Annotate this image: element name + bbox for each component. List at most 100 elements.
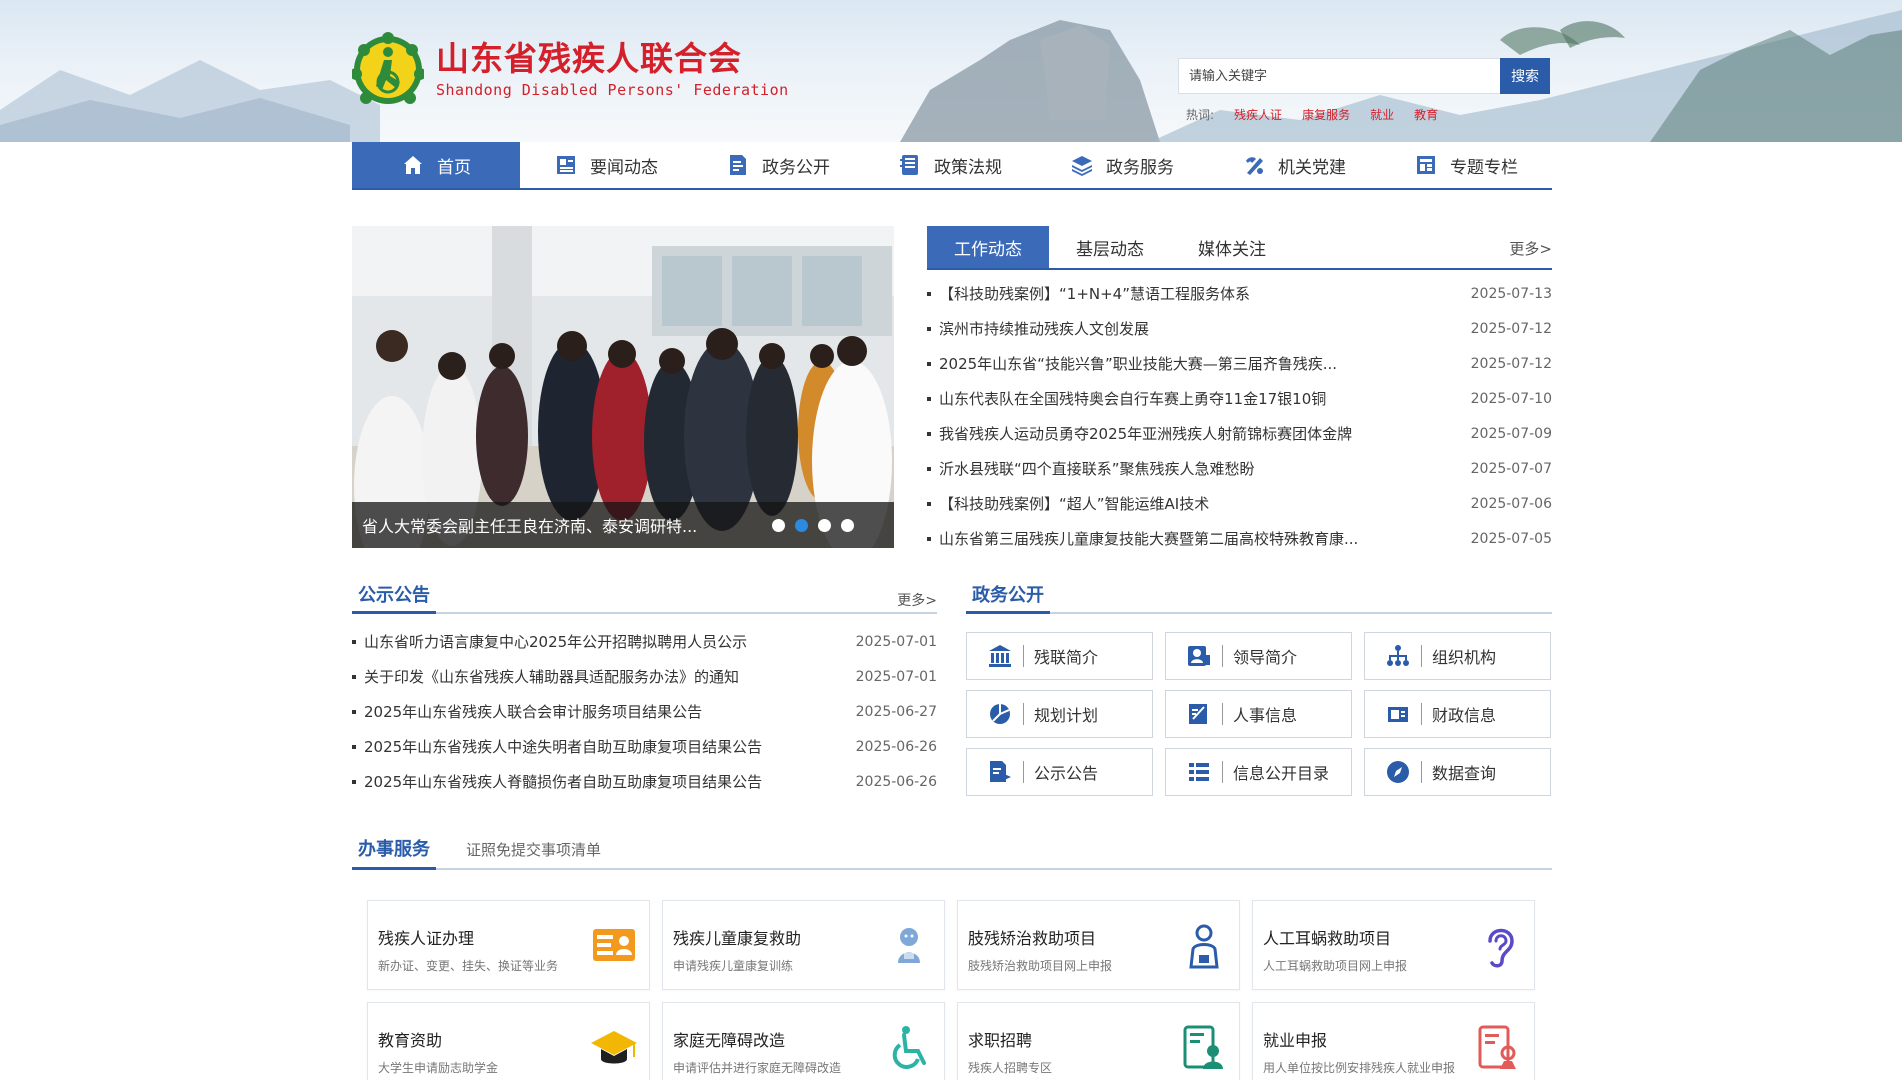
notice-more-link[interactable]: 更多> bbox=[897, 590, 937, 610]
gov-btn-catalog[interactable]: 信息公开目录 bbox=[1165, 748, 1352, 796]
list-item[interactable]: 2025年山东省残疾人联合会审计服务项目结果公告 2025-06-27 bbox=[352, 694, 937, 729]
site-logo[interactable]: 山东省残疾人联合会 Shandong Disabled Persons' Fed… bbox=[352, 30, 789, 108]
nav-news[interactable]: 要闻动态 bbox=[520, 142, 692, 188]
building-icon bbox=[989, 645, 1011, 667]
search-input[interactable] bbox=[1178, 58, 1501, 94]
service-card-accessibility[interactable]: 家庭无障碍改造 申请评估并进行家庭无障碍改造 bbox=[662, 1002, 945, 1080]
tab-services[interactable]: 办事服务 bbox=[352, 835, 436, 870]
carousel-dot[interactable] bbox=[772, 518, 785, 532]
carousel-dot-active[interactable] bbox=[795, 518, 808, 532]
news-title[interactable]: 滨州市持续推动残疾人文创发展 bbox=[939, 318, 1462, 339]
service-card-child-rehab[interactable]: 残疾儿童康复救助 申请残疾儿童康复训练 bbox=[662, 900, 945, 990]
search-box: 搜索 bbox=[1178, 58, 1550, 94]
column-icon bbox=[1417, 156, 1435, 174]
nav-special[interactable]: 专题专栏 bbox=[1380, 142, 1552, 188]
notice-item-title[interactable]: 2025年山东省残疾人中途失明者自助互助康复项目结果公告 bbox=[364, 736, 847, 757]
gov-btn-label: 组织机构 bbox=[1432, 648, 1497, 667]
tab-work-news[interactable]: 工作动态 bbox=[927, 226, 1049, 268]
list-item[interactable]: 滨州市持续推动残疾人文创发展 2025-07-12 bbox=[927, 311, 1552, 346]
service-card-cochlear[interactable]: 人工耳蜗救助项目 人工耳蜗救助项目网上申报 bbox=[1252, 900, 1535, 990]
service-card-employment-report[interactable]: 就业申报 用人单位按比例安排残疾人就业申报 bbox=[1252, 1002, 1535, 1080]
nav-party[interactable]: 机关党建 bbox=[1208, 142, 1380, 188]
nav-gov-open[interactable]: 政务公开 bbox=[692, 142, 864, 188]
notice-date: 2025-06-26 bbox=[855, 738, 937, 755]
gov-open-panel: 政务公开 残联简介 领导简介 组织机构 规划计划 人事信息 财政信息 公示公告 … bbox=[966, 584, 1552, 796]
separator bbox=[1023, 761, 1024, 783]
nav-home[interactable]: 首页 bbox=[352, 142, 520, 188]
notice-header: 公示公告 更多> bbox=[352, 584, 937, 614]
service-card-id-card[interactable]: 残疾人证办理 新办证、变更、挂失、换证等业务 bbox=[367, 900, 650, 990]
news-more-link[interactable]: 更多> bbox=[1509, 238, 1552, 259]
nav-gov-service[interactable]: 政务服务 bbox=[1036, 142, 1208, 188]
hot-word-link[interactable]: 就业 bbox=[1370, 106, 1394, 123]
gov-btn-label: 信息公开目录 bbox=[1233, 764, 1330, 783]
list-item[interactable]: 关于印发《山东省残疾人辅助器具适配服务办法》的通知 2025-07-01 bbox=[352, 659, 937, 694]
separator bbox=[1222, 703, 1223, 725]
separator bbox=[1023, 645, 1024, 667]
gov-btn-plan[interactable]: 规划计划 bbox=[966, 690, 1153, 738]
news-title[interactable]: 山东代表队在全国残特奥会自行车赛上勇夺11金17银10铜 bbox=[939, 388, 1462, 409]
gov-btn-leaders[interactable]: 领导简介 bbox=[1165, 632, 1352, 680]
list-item[interactable]: 我省残疾人运动员勇夺2025年亚洲残疾人射箭锦标赛团体金牌 2025-07-09 bbox=[927, 416, 1552, 451]
gov-btn-personnel[interactable]: 人事信息 bbox=[1165, 690, 1352, 738]
hot-word-link[interactable]: 残疾人证 bbox=[1234, 106, 1282, 123]
notice-date: 2025-06-27 bbox=[855, 703, 937, 720]
list-item[interactable]: 2025年山东省“技能兴鲁”职业技能大赛—第三届齐鲁残疾... 2025-07-1… bbox=[927, 346, 1552, 381]
search-button[interactable]: 搜索 bbox=[1500, 58, 1550, 94]
separator bbox=[1023, 703, 1024, 725]
carousel-dot[interactable] bbox=[818, 518, 831, 532]
layers-icon bbox=[1072, 156, 1092, 176]
news-title[interactable]: 2025年山东省“技能兴鲁”职业技能大赛—第三届齐鲁残疾... bbox=[939, 353, 1462, 374]
gov-open-header: 政务公开 bbox=[966, 584, 1552, 614]
list-item[interactable]: 山东省听力语言康复中心2025年公开招聘拟聘用人员公示 2025-07-01 bbox=[352, 624, 937, 659]
notice-item-title[interactable]: 关于印发《山东省残疾人辅助器具适配服务办法》的通知 bbox=[364, 666, 847, 687]
gov-btn-data-query[interactable]: 数据查询 bbox=[1364, 748, 1551, 796]
tab-media[interactable]: 媒体关注 bbox=[1171, 226, 1293, 268]
gov-btn-finance[interactable]: 财政信息 bbox=[1364, 690, 1551, 738]
list-item[interactable]: 山东代表队在全国残特奥会自行车赛上勇夺11金17银10铜 2025-07-10 bbox=[927, 381, 1552, 416]
news-title[interactable]: 【科技助残案例】“超人”智能运维AI技术 bbox=[939, 493, 1462, 514]
notice-panel: 公示公告 更多> 山东省听力语言康复中心2025年公开招聘拟聘用人员公示 2025… bbox=[352, 584, 937, 799]
list-item[interactable]: 2025年山东省残疾人中途失明者自助互助康复项目结果公告 2025-06-26 bbox=[352, 729, 937, 764]
tab-exempt-list[interactable]: 证照免提交事项清单 bbox=[466, 839, 601, 868]
list-item[interactable]: 沂水县残联“四个直接联系”聚焦残疾人急难愁盼 2025-07-07 bbox=[927, 451, 1552, 486]
main-nav: 首页 要闻动态 政务公开 政策法规 政务服务 机关党建 专题专栏 bbox=[352, 142, 1552, 190]
news-title[interactable]: 沂水县残联“四个直接联系”聚焦残疾人急难愁盼 bbox=[939, 458, 1462, 479]
service-card-education[interactable]: 教育资助 大学生申请励志助学金 bbox=[367, 1002, 650, 1080]
wheelchair-icon bbox=[892, 1026, 926, 1069]
gov-btn-notice[interactable]: 公示公告 bbox=[966, 748, 1153, 796]
tab-local-news[interactable]: 基层动态 bbox=[1049, 226, 1171, 268]
gov-btn-label: 领导简介 bbox=[1233, 648, 1298, 667]
news-title[interactable]: 山东省第三届残疾儿童康复技能大赛暨第二届高校特殊教育康... bbox=[939, 528, 1462, 549]
services-tabs: 办事服务 证照免提交事项清单 bbox=[352, 834, 1552, 870]
news-title[interactable]: 【科技助残案例】“1+N+4”慧语工程服务体系 bbox=[939, 283, 1462, 304]
list-item[interactable]: 山东省第三届残疾儿童康复技能大赛暨第二届高校特殊教育康... 2025-07-05 bbox=[927, 521, 1552, 556]
federation-emblem-icon bbox=[352, 32, 424, 104]
list-item[interactable]: 2025年山东省残疾人脊髓损伤者自助互助康复项目结果公告 2025-06-26 bbox=[352, 764, 937, 799]
org-name-en: Shandong Disabled Persons' Federation bbox=[436, 81, 789, 99]
document-icon bbox=[730, 155, 746, 175]
news-title[interactable]: 我省残疾人运动员勇夺2025年亚洲残疾人射箭锦标赛团体金牌 bbox=[939, 423, 1462, 444]
service-card-jobs[interactable]: 求职招聘 残疾人招聘专区 bbox=[957, 1002, 1240, 1080]
gov-btn-org[interactable]: 组织机构 bbox=[1364, 632, 1551, 680]
hot-word-link[interactable]: 康复服务 bbox=[1302, 106, 1350, 123]
notice-item-title[interactable]: 2025年山东省残疾人脊髓损伤者自助互助康复项目结果公告 bbox=[364, 771, 847, 792]
child-icon bbox=[898, 928, 920, 963]
hot-words-label: 热词: bbox=[1186, 108, 1215, 122]
list-item[interactable]: 【科技助残案例】“超人”智能运维AI技术 2025-07-06 bbox=[927, 486, 1552, 521]
list-item[interactable]: 【科技助残案例】“1+N+4”慧语工程服务体系 2025-07-13 bbox=[927, 276, 1552, 311]
service-card-limb[interactable]: 肢残矫治救助项目 肢残矫治救助项目网上申报 bbox=[957, 900, 1240, 990]
nav-policy[interactable]: 政策法规 bbox=[864, 142, 1036, 188]
header-banner: 山东省残疾人联合会 Shandong Disabled Persons' Fed… bbox=[0, 0, 1902, 142]
notice-item-title[interactable]: 2025年山东省残疾人联合会审计服务项目结果公告 bbox=[364, 701, 847, 722]
separator bbox=[1222, 761, 1223, 783]
carousel-dot[interactable] bbox=[841, 518, 854, 532]
separator bbox=[1222, 645, 1223, 667]
leader-icon bbox=[1188, 646, 1210, 666]
news-carousel[interactable]: 省人大常委会副主任王良在济南、泰安调研特... bbox=[352, 226, 894, 548]
notice-item-title[interactable]: 山东省听力语言康复中心2025年公开招聘拟聘用人员公示 bbox=[364, 631, 847, 652]
news-icon bbox=[557, 156, 575, 174]
carousel-caption[interactable]: 省人大常委会副主任王良在济南、泰安调研特... bbox=[362, 513, 772, 537]
gov-btn-intro[interactable]: 残联简介 bbox=[966, 632, 1153, 680]
hot-word-link[interactable]: 教育 bbox=[1414, 106, 1438, 123]
